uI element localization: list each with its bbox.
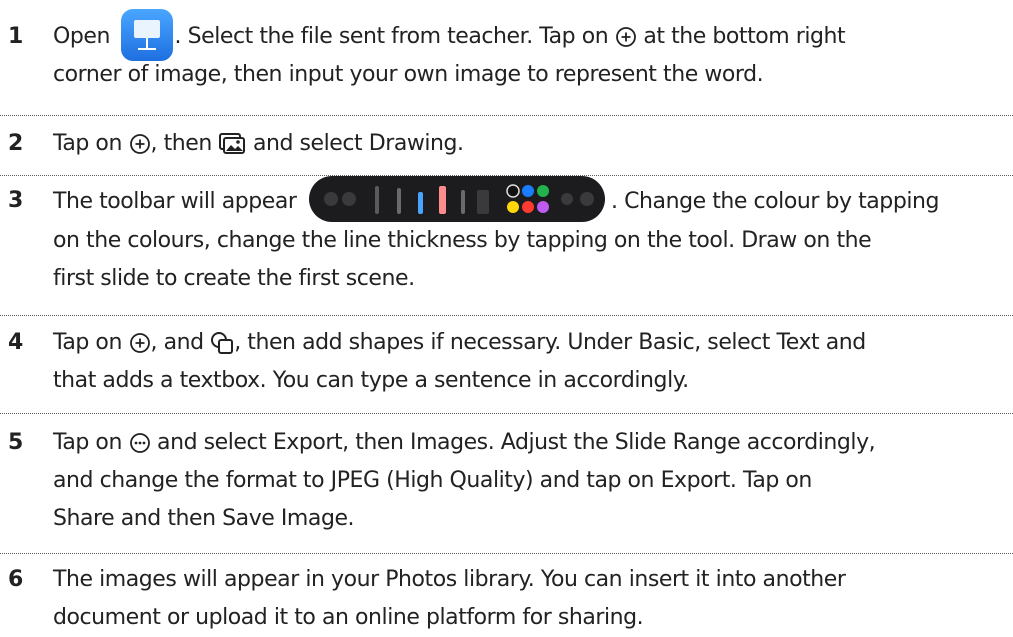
step-text-segment: . Select the file sent from teacher. Tap… <box>174 24 609 49</box>
step-line: Tap on , then and select Drawing. <box>53 125 1007 163</box>
step-text: The toolbar will appear . Change the col… <box>53 176 1007 298</box>
plus-circle-icon <box>615 27 636 47</box>
dotted-separator <box>0 115 1013 116</box>
dotted-separator <box>0 413 1013 414</box>
shapes-icon <box>211 332 234 354</box>
step-text: Open . Select the file sent from teacher… <box>53 9 1007 94</box>
step-text-segment: and select Export, then Images. Adjust t… <box>157 430 876 455</box>
step-line: document or upload it to an online platf… <box>53 605 644 630</box>
step-text: The images will appear in your Photos li… <box>53 561 1007 637</box>
plus-circle-icon <box>129 134 150 154</box>
step-line: that adds a textbox. You can type a sent… <box>53 368 689 393</box>
step-line: Share and then Save Image. <box>53 506 355 531</box>
keynote-board <box>133 20 160 38</box>
step-text-segment: Tap on <box>53 430 122 455</box>
step-text-segment: , then <box>150 131 213 156</box>
step-text: Tap on , then and select Drawing. <box>53 125 1007 163</box>
step-text-segment: and select Drawing. <box>252 131 464 156</box>
step-text-segment: The toolbar will appear <box>53 189 297 214</box>
step-number: 5 <box>8 430 24 455</box>
step-line: Tap on , and , then add shapes if necess… <box>53 324 1007 362</box>
media-icon <box>219 133 246 154</box>
step-text-segment: . Change the colour by tapping <box>611 189 939 214</box>
dotted-separator <box>0 553 1013 554</box>
step-number: 6 <box>8 567 24 592</box>
step-line: and change the format to JPEG (High Qual… <box>53 468 812 493</box>
step-number: 3 <box>8 188 24 213</box>
instruction-steps: 1 Open . Select the file sent from teach… <box>0 0 1013 635</box>
step-line: first slide to create the first scene. <box>53 266 415 291</box>
step-text-segment: , then add shapes if necessary. Under Ba… <box>234 330 866 355</box>
step-text-segment: , and <box>150 330 205 355</box>
step-line: on the colours, change the line thicknes… <box>53 228 872 253</box>
step-text-segment: at the bottom right <box>643 24 846 49</box>
keynote-icon <box>120 9 173 61</box>
step-text-segment: Tap on <box>53 330 122 355</box>
step-text: Tap on , and , then add shapes if necess… <box>53 324 1007 400</box>
step-text: Tap on and select Export, then Images. A… <box>53 424 1007 538</box>
dotted-separator <box>0 315 1013 316</box>
plus-circle-icon <box>129 333 150 353</box>
drawing-toolbar-icon <box>309 176 606 222</box>
step-number: 4 <box>8 330 24 355</box>
step-text-segment: Tap on <box>53 131 122 156</box>
step-line: The toolbar will appear . Change the col… <box>53 176 1007 222</box>
step-line: Open . Select the file sent from teacher… <box>53 9 1007 61</box>
step-line: The images will appear in your Photos li… <box>53 567 846 592</box>
keynote-stand <box>145 38 148 48</box>
step-line: Tap on and select Export, then Images. A… <box>53 424 1007 462</box>
step-text-segment: Open <box>53 24 110 49</box>
step-number: 1 <box>8 24 24 49</box>
keynote-base <box>137 48 156 50</box>
more-icon <box>129 433 150 453</box>
drawing-toolbar-graphic <box>324 184 595 214</box>
step-line: corner of image, then input your own ima… <box>53 62 764 87</box>
step-number: 2 <box>8 131 24 156</box>
